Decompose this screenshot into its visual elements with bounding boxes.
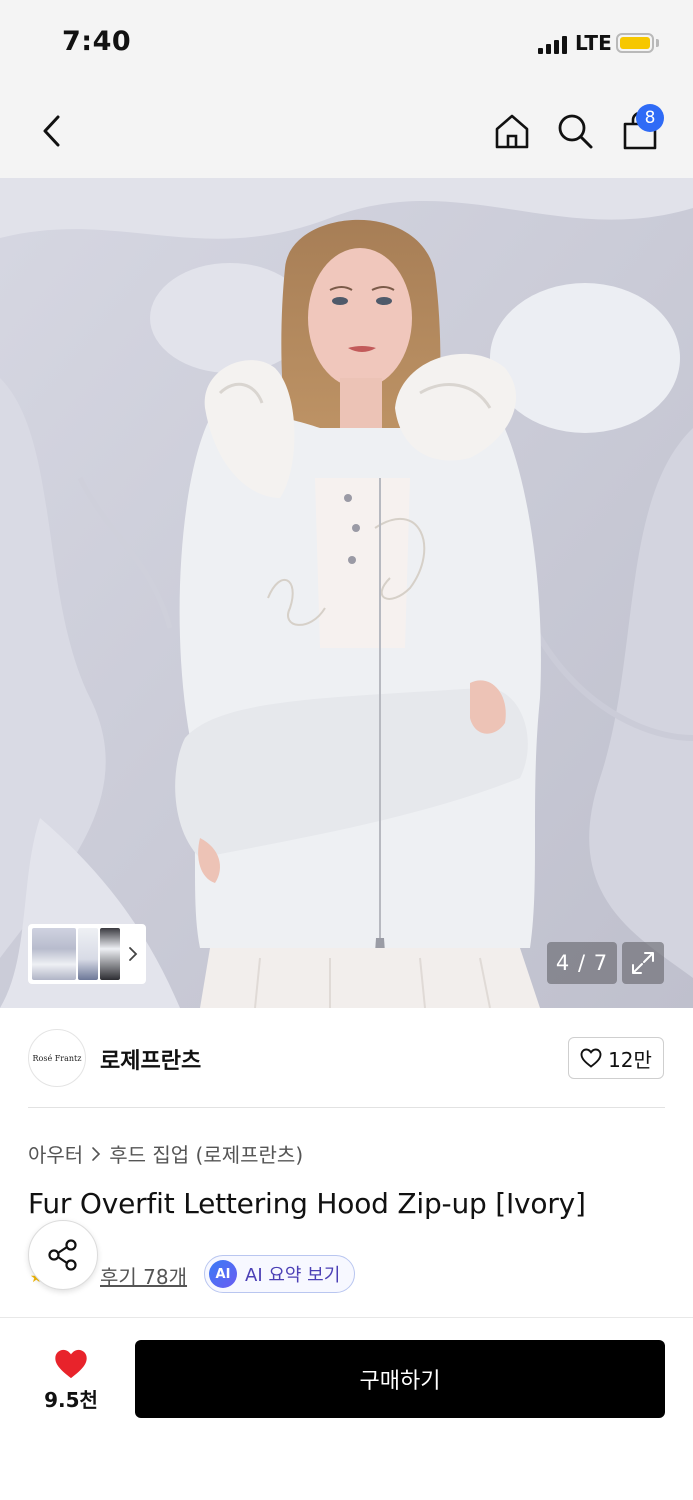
top-nav [0,88,693,178]
ai-summary-button[interactable]: AI AI 요약 보기 [204,1255,356,1293]
divider [28,1107,665,1108]
brand-like-button[interactable]: 12만 [568,1037,664,1079]
reviews-link[interactable]: 후기 78개 [100,1261,187,1290]
buy-button[interactable]: 구매하기 [135,1340,665,1418]
product-title: Fur Overfit Lettering Hood Zip-up [Ivory… [28,1187,586,1220]
search-button[interactable] [552,108,598,154]
chevron-right-icon [92,1146,101,1161]
thumbnail-image [32,928,76,980]
status-time: 7:40 [62,26,132,57]
heart-outline-icon [580,1048,602,1068]
thumbnail-image [78,928,98,980]
image-counter: 4 / 7 [547,942,617,984]
bottom-divider [0,1317,693,1318]
breadcrumb-subcategory[interactable]: 후드 집업 (로제프란츠) [109,1139,303,1168]
wishlist-count: 9.5천 [44,1387,98,1412]
product-photo [0,178,693,1008]
ai-badge-icon: AI [209,1260,237,1288]
brand-name[interactable]: 로제프란츠 [100,1043,201,1075]
brand-like-count: 12만 [608,1047,652,1072]
home-icon [495,114,529,149]
breadcrumb-category[interactable]: 아우터 [28,1139,83,1168]
search-icon [558,114,593,149]
heart-filled-icon [55,1349,87,1378]
thumbnail-image [100,928,120,980]
brand-logo[interactable]: Rosé Frantz [28,1029,86,1087]
chevron-right-icon [129,947,138,961]
product-image[interactable] [0,178,693,1008]
ai-summary-label: AI 요약 보기 [245,1265,341,1286]
brand-row: Rosé Frantz 로제프란츠 12만 [0,1008,693,1108]
fullscreen-button[interactable] [622,942,664,984]
battery-icon [616,33,654,53]
breadcrumb: 아우터 후드 집업 (로제프란츠) [28,1139,303,1168]
share-icon [48,1239,77,1271]
share-button[interactable] [28,1220,98,1290]
brand-logo-text: Rosé Frantz [32,1053,82,1063]
cart-count-badge: 8 [636,104,664,132]
back-button[interactable] [28,108,74,154]
signal-icon [538,36,568,54]
expand-icon [632,952,654,974]
wishlist-button[interactable]: 9.5천 [28,1340,114,1420]
thumbnail-strip[interactable] [28,924,146,984]
network-label: LTE [575,31,612,55]
chevron-left-icon [43,115,60,147]
status-bar: 7:40 LTE [0,0,693,88]
home-button[interactable] [489,108,535,154]
